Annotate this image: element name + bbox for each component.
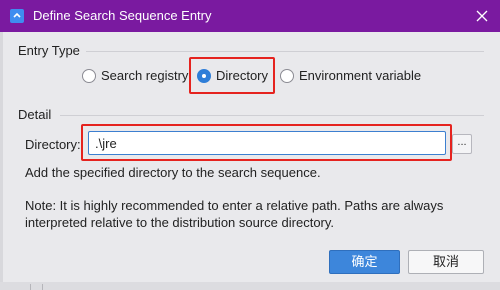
radio-directory-label: Directory <box>216 68 269 83</box>
note-line-2: interpreted relative to the distribution… <box>25 215 335 230</box>
directory-label: Directory: <box>25 137 81 152</box>
detail-label: Detail <box>18 107 52 122</box>
window-left-edge <box>0 32 3 290</box>
bottom-edge-tick <box>42 284 43 290</box>
directory-input[interactable] <box>88 131 446 155</box>
radio-environment-variable[interactable]: Environment variable <box>280 68 421 83</box>
note-line-1: Note: It is highly recommended to enter … <box>25 198 444 213</box>
detail-separator <box>60 115 484 116</box>
bottom-edge-tick <box>30 284 31 290</box>
entry-type-separator <box>86 51 484 52</box>
close-icon <box>476 10 488 22</box>
radio-directory-circle[interactable] <box>197 68 211 83</box>
close-button[interactable] <box>472 6 492 26</box>
directory-description: Add the specified directory to the searc… <box>25 165 321 180</box>
browse-button[interactable]: ... <box>452 134 472 154</box>
window-bottom-edge <box>0 282 500 290</box>
radio-search-registry[interactable]: Search registry <box>82 68 188 83</box>
entry-type-label: Entry Type <box>18 43 80 58</box>
title-bar: Define Search Sequence Entry <box>0 0 500 32</box>
cancel-button[interactable]: 取消 <box>408 250 484 274</box>
radio-environment-variable-label: Environment variable <box>299 68 422 83</box>
radio-search-registry-circle[interactable] <box>82 68 96 83</box>
ok-button[interactable]: 确定 <box>329 250 400 274</box>
app-dialog-icon <box>10 9 24 23</box>
window-title: Define Search Sequence Entry <box>33 8 212 23</box>
radio-search-registry-label: Search registry <box>101 68 189 83</box>
radio-directory[interactable]: Directory <box>197 68 268 83</box>
radio-environment-variable-circle[interactable] <box>280 68 294 83</box>
